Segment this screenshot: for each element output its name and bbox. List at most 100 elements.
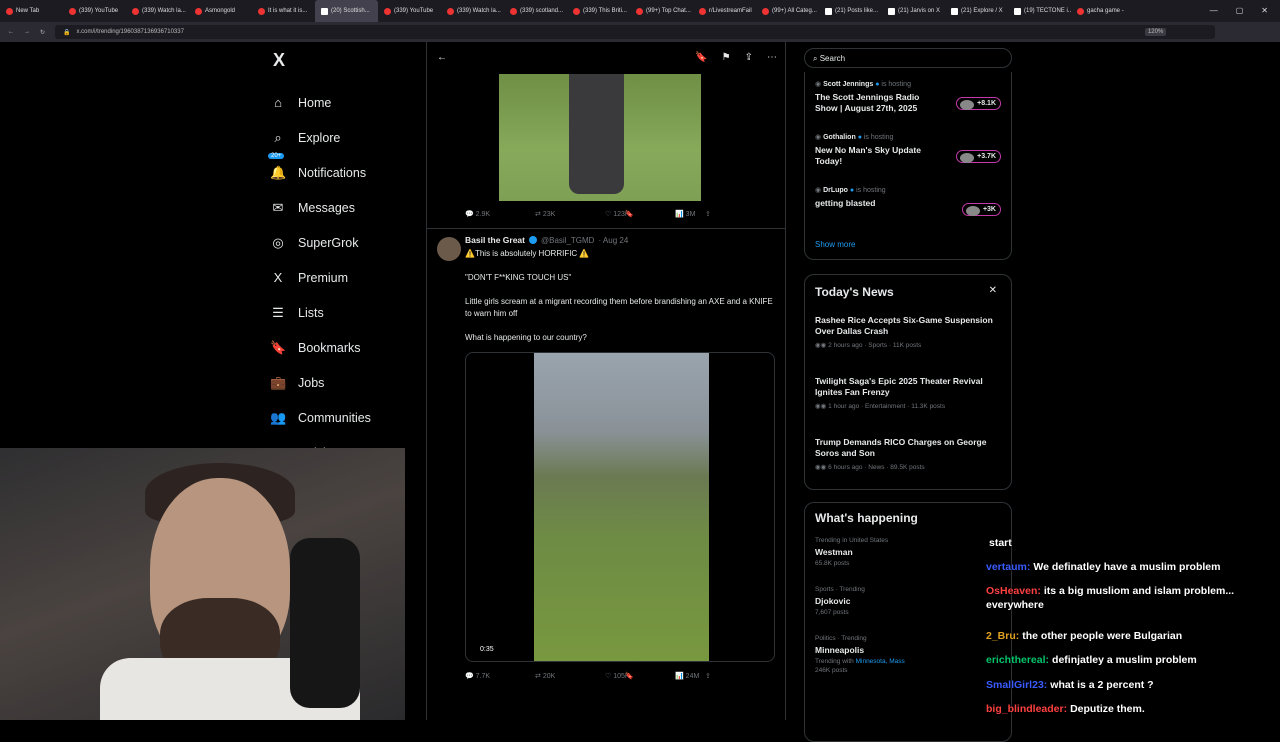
space-title[interactable]: getting blasted: [815, 198, 940, 209]
trend-name[interactable]: Minneapolis: [815, 645, 905, 655]
space-listeners-pill[interactable]: +3K: [961, 203, 1001, 216]
repost-count[interactable]: ⇄ 23K: [535, 210, 605, 218]
space-listeners-pill[interactable]: +3.7K: [956, 150, 1001, 163]
browser-tab[interactable]: (339) Watch la...: [126, 0, 189, 22]
search-input[interactable]: ⌕ Search: [804, 48, 1012, 68]
browser-tab[interactable]: Asmongold: [189, 0, 252, 22]
share-icon[interactable]: ⇪: [705, 672, 775, 680]
live-space[interactable]: ◉ Scott Jennings ● is hosting The Scott J…: [815, 80, 940, 114]
chat-username[interactable]: OsHeaven:: [986, 585, 1041, 597]
chat-username[interactable]: big_blindleader:: [986, 703, 1067, 715]
tweet-text-line: What is happening to our country?: [465, 333, 587, 342]
browser-tab[interactable]: It is what it is...: [252, 0, 315, 22]
avatar[interactable]: [437, 237, 461, 261]
browser-tab[interactable]: (21) Posts like...: [819, 0, 882, 22]
news-item[interactable]: Rashee Rice Accepts Six-Game Suspension …: [815, 315, 1005, 349]
browser-tab[interactable]: (339) scotland...: [504, 0, 567, 22]
reply-count[interactable]: 💬 2.9K: [465, 210, 535, 218]
trend-item[interactable]: Politics · Trending Minneapolis Trending w…: [815, 635, 905, 674]
post-image[interactable]: [499, 74, 701, 201]
reload-icon[interactable]: ↻: [40, 29, 45, 36]
tab-label: (339) Watch la...: [457, 8, 501, 14]
video-frame[interactable]: [534, 353, 709, 661]
tweet-author[interactable]: Basil the Great @Basil_TGMD · Aug 24: [465, 235, 775, 245]
tab-label: (339) YouTube: [79, 8, 119, 14]
space-listeners-pill[interactable]: +8.1K: [956, 97, 1001, 110]
chat-username[interactable]: erichthereal:: [986, 654, 1049, 666]
author-handle[interactable]: @Basil_TGMD: [541, 236, 594, 245]
post-date[interactable]: · Aug 24: [598, 236, 628, 245]
bookmark-icon[interactable]: 🔖: [695, 52, 707, 63]
space-host[interactable]: DrLupo: [823, 187, 848, 194]
news-item[interactable]: Trump Demands RICO Charges on George Sor…: [815, 437, 1005, 471]
author-name[interactable]: Basil the Great: [465, 235, 525, 245]
trend-name[interactable]: Westman: [815, 547, 888, 557]
browser-tab[interactable]: (21) Jarvis on X: [882, 0, 945, 22]
tweet-video[interactable]: 0:35: [465, 352, 775, 662]
chat-text: We definatley have a muslim problem: [1033, 561, 1221, 573]
zoom-level[interactable]: 120%: [1144, 28, 1167, 36]
news-item[interactable]: Twilight Saga's Epic 2025 Theater Reviva…: [815, 376, 1005, 410]
chat-username[interactable]: SmallGirl23:: [986, 679, 1047, 691]
tweet-body: Basil the Great @Basil_TGMD · Aug 24 ⚠️T…: [465, 235, 775, 344]
chat-username[interactable]: vertaum:: [986, 561, 1030, 573]
browser-tab[interactable]: (339) YouTube: [378, 0, 441, 22]
trend-item[interactable]: Trending in United States Westman 65.8K po…: [815, 537, 888, 567]
nav-item-communities[interactable]: 👥 Communities: [270, 400, 430, 435]
trend-name[interactable]: Djokovic: [815, 596, 865, 606]
close-icon[interactable]: ✕: [989, 285, 997, 296]
chat-username[interactable]: 2_Bru:: [986, 630, 1019, 642]
browser-tab[interactable]: New Tab: [0, 0, 63, 22]
live-space[interactable]: ◉ Gothalion ● is hosting New No Man's Sky…: [815, 133, 940, 167]
share-icon[interactable]: ⇪: [745, 52, 753, 63]
news-headline[interactable]: Trump Demands RICO Charges on George Sor…: [815, 437, 1005, 459]
bookmark-icon[interactable]: 🔖: [625, 210, 695, 218]
browser-tab[interactable]: (21) Explore / X: [945, 0, 1008, 22]
space-title[interactable]: The Scott Jennings Radio Show | August 2…: [815, 92, 940, 114]
browser-tab[interactable]: (339) YouTube: [63, 0, 126, 22]
browser-tab[interactable]: (99+) All Categ...: [756, 0, 819, 22]
window-controls[interactable]: — ▢ ✕: [1198, 0, 1280, 21]
reply-count[interactable]: 💬 7.7K: [465, 672, 535, 680]
trend-context: Sports · Trending: [815, 586, 865, 593]
trend-with-link[interactable]: Minnesota, Mass: [856, 658, 905, 665]
browser-tab[interactable]: (339) This Briti...: [567, 0, 630, 22]
url-text[interactable]: x.com/i/trending/1960387136936710337: [77, 29, 184, 35]
news-headline[interactable]: Rashee Rice Accepts Six-Game Suspension …: [815, 315, 1005, 337]
trend-item[interactable]: Sports · Trending Djokovic 7,607 posts: [815, 586, 865, 616]
nav-item-lists[interactable]: ☰ Lists: [270, 295, 430, 330]
browser-tab[interactable]: (19) TECTONE i...: [1008, 0, 1071, 22]
show-more-link[interactable]: Show more: [815, 240, 855, 249]
space-host[interactable]: Scott Jennings: [823, 81, 873, 88]
nav-item-supergrok[interactable]: ◎ SuperGrok: [270, 225, 430, 260]
flag-icon[interactable]: ⚑: [722, 52, 731, 63]
tweet-text-line: ⚠️This is absolutely HORRIFIC ⚠️: [465, 249, 590, 258]
browser-tab[interactable]: gacha game -: [1071, 0, 1134, 22]
forward-icon[interactable]: →: [24, 29, 30, 35]
supergrok-icon: ◎: [272, 234, 284, 250]
live-space[interactable]: ◉ DrLupo ● is hosting getting blasted: [815, 186, 940, 209]
x-logo[interactable]: X: [273, 50, 430, 71]
bookmark-icon[interactable]: 🔖: [625, 672, 695, 680]
nav-item-jobs[interactable]: 💼 Jobs: [270, 365, 430, 400]
space-host[interactable]: Gothalion: [823, 134, 856, 141]
browser-tab[interactable]: (20) Scottish...: [315, 0, 378, 22]
nav-item-bookmarks[interactable]: 🔖 Bookmarks: [270, 330, 430, 365]
nav-item-explore[interactable]: ⌕ Explore: [270, 120, 430, 155]
nav-item-home[interactable]: ⌂ Home: [270, 85, 430, 120]
nav-item-premium[interactable]: X Premium: [270, 260, 430, 295]
more-icon[interactable]: ⋯: [767, 52, 777, 63]
nav-item-messages[interactable]: ✉ Messages: [270, 190, 430, 225]
address-field[interactable]: 🔒 x.com/i/trending/1960387136936710337 1…: [55, 25, 1216, 39]
back-arrow-icon[interactable]: ←: [437, 52, 447, 63]
news-headline[interactable]: Twilight Saga's Epic 2025 Theater Reviva…: [815, 376, 1005, 398]
back-icon[interactable]: ←: [8, 29, 14, 35]
repost-count[interactable]: ⇄ 20K: [535, 672, 605, 680]
share-icon[interactable]: ⇪: [705, 210, 775, 218]
browser-tab[interactable]: r/LivestreamFail: [693, 0, 756, 22]
browser-tab[interactable]: (339) Watch la...: [441, 0, 504, 22]
nav-item-notifications[interactable]: 🔔 Notifications: [270, 155, 430, 190]
space-title[interactable]: New No Man's Sky Update Today!: [815, 145, 940, 167]
tab-favicon-icon: [762, 7, 769, 15]
browser-tab[interactable]: (99+) Top Chat...: [630, 0, 693, 22]
